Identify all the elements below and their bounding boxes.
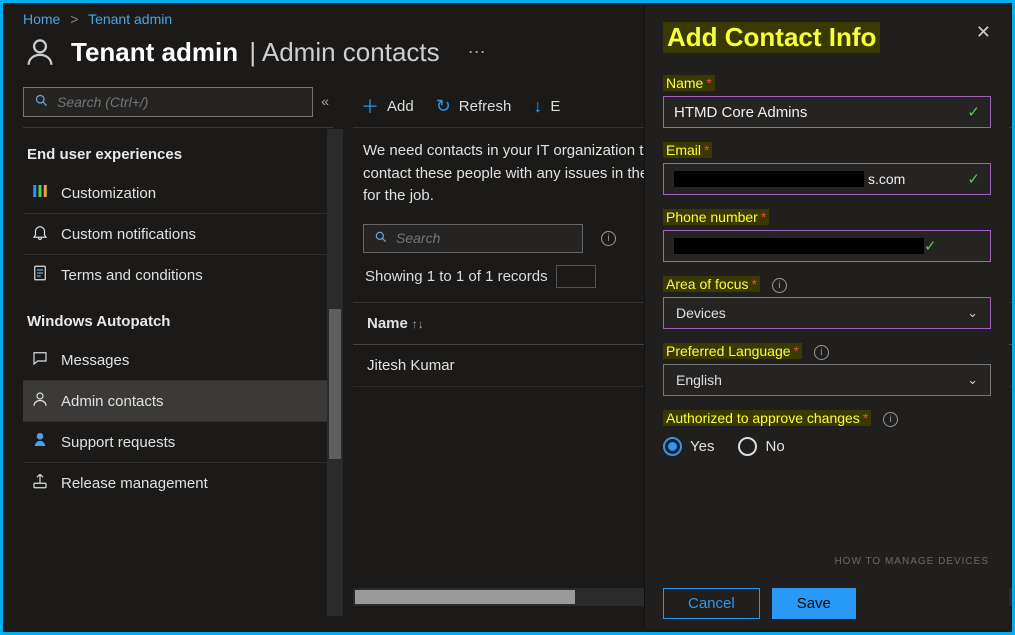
support-icon xyxy=(31,431,49,453)
radio-yes-label: Yes xyxy=(690,438,714,455)
page-title: Tenant admin | Admin contacts xyxy=(71,37,440,68)
select-lang[interactable]: English ⌄ xyxy=(663,364,991,396)
input-name[interactable] xyxy=(674,104,967,121)
sidebar-item-customization[interactable]: Customization xyxy=(23,173,333,213)
person-icon xyxy=(23,35,57,69)
breadcrumb-home[interactable]: Home xyxy=(23,11,60,27)
sidebar-section-end-user: End user experiences xyxy=(23,128,333,173)
input-email-wrap[interactable]: s.com ✓ xyxy=(663,163,991,195)
add-label: Add xyxy=(387,98,414,115)
email-redacted: s.com xyxy=(674,171,967,187)
label-area: Area of focus* xyxy=(663,276,760,292)
sidebar-search[interactable] xyxy=(23,87,313,117)
sidebar-item-label: Customization xyxy=(61,185,156,202)
refresh-label: Refresh xyxy=(459,98,512,115)
check-icon: ✓ xyxy=(924,237,937,255)
input-name-wrap[interactable]: ✓ xyxy=(663,96,991,128)
records-search-input[interactable] xyxy=(396,230,572,246)
export-button[interactable]: ↓ E xyxy=(533,96,560,117)
watermark: HOW TO MANAGE DEVICES xyxy=(834,556,989,567)
field-auth: Authorized to approve changes* i Yes No xyxy=(663,410,991,456)
label-phone: Phone number* xyxy=(663,209,769,225)
sidebar: « End user experiences Customization Cus… xyxy=(3,87,343,616)
phone-redacted xyxy=(674,238,924,254)
field-phone: Phone number* ✓ xyxy=(663,209,991,262)
label-auth: Authorized to approve changes* xyxy=(663,410,871,426)
field-lang: Preferred Language* i English ⌄ xyxy=(663,343,991,396)
sidebar-item-support[interactable]: Support requests xyxy=(23,421,333,462)
plus-icon: ＋ xyxy=(361,93,379,119)
sidebar-item-label: Support requests xyxy=(61,434,175,451)
person-icon xyxy=(31,390,49,412)
close-icon[interactable]: ✕ xyxy=(976,22,991,43)
sidebar-item-label: Custom notifications xyxy=(61,226,196,243)
select-area[interactable]: Devices ⌄ xyxy=(663,297,991,329)
sidebar-item-label: Messages xyxy=(61,352,129,369)
sidebar-search-input[interactable] xyxy=(57,94,302,110)
info-icon[interactable]: i xyxy=(883,412,898,427)
records-count-box xyxy=(556,265,596,288)
breadcrumb-current[interactable]: Tenant admin xyxy=(88,11,172,27)
sidebar-item-messages[interactable]: Messages xyxy=(23,340,333,380)
check-icon: ✓ xyxy=(967,103,980,121)
input-phone-wrap[interactable]: ✓ xyxy=(663,230,991,262)
sidebar-item-label: Admin contacts xyxy=(61,393,164,410)
chevron-down-icon: ⌄ xyxy=(967,305,978,321)
customization-icon xyxy=(31,182,49,204)
label-name: Name* xyxy=(663,75,715,91)
add-button[interactable]: ＋ Add xyxy=(361,93,414,119)
info-icon[interactable]: i xyxy=(601,231,616,246)
download-icon: ↓ xyxy=(533,96,542,117)
sidebar-item-release[interactable]: Release management xyxy=(23,462,333,503)
panel-title: Add Contact Info xyxy=(663,22,880,53)
search-icon xyxy=(34,93,49,111)
select-lang-value: English xyxy=(676,372,722,388)
records-search[interactable] xyxy=(363,224,583,253)
info-icon[interactable]: i xyxy=(772,278,787,293)
cancel-button[interactable]: Cancel xyxy=(663,588,760,619)
select-area-value: Devices xyxy=(676,305,726,321)
chevron-down-icon: ⌄ xyxy=(967,372,978,388)
sidebar-item-admin-contacts[interactable]: Admin contacts xyxy=(23,380,333,421)
radio-no-label: No xyxy=(765,438,784,455)
terms-icon xyxy=(31,264,49,286)
bell-icon xyxy=(31,223,49,245)
sidebar-item-notifications[interactable]: Custom notifications xyxy=(23,213,333,254)
label-lang: Preferred Language* xyxy=(663,343,802,359)
cell-name: Jitesh Kumar xyxy=(353,344,654,386)
add-contact-panel: Add Contact Info ✕ Name* ✓ Email* s.com … xyxy=(644,6,1009,629)
message-icon xyxy=(31,349,49,371)
export-label: E xyxy=(550,98,560,115)
release-icon xyxy=(31,472,49,494)
sidebar-item-terms[interactable]: Terms and conditions xyxy=(23,254,333,295)
refresh-icon: ↻ xyxy=(436,96,451,117)
sidebar-item-label: Release management xyxy=(61,475,208,492)
check-icon: ✓ xyxy=(967,170,980,188)
radio-dot-off xyxy=(738,437,757,456)
radio-dot-on xyxy=(663,437,682,456)
search-icon xyxy=(374,230,388,247)
radio-yes[interactable]: Yes xyxy=(663,437,714,456)
sidebar-item-label: Terms and conditions xyxy=(61,267,203,284)
sidebar-scrollbar[interactable] xyxy=(327,129,343,616)
save-button[interactable]: Save xyxy=(772,588,856,619)
refresh-button[interactable]: ↻ Refresh xyxy=(436,96,512,117)
more-actions-icon[interactable]: ⋯ xyxy=(468,42,486,63)
field-area: Area of focus* i Devices ⌄ xyxy=(663,276,991,329)
label-email: Email* xyxy=(663,142,712,158)
sidebar-section-autopatch: Windows Autopatch xyxy=(23,295,333,340)
col-name[interactable]: Name↑↓ xyxy=(353,302,654,344)
field-email: Email* s.com ✓ xyxy=(663,142,991,195)
info-icon[interactable]: i xyxy=(814,345,829,360)
field-name: Name* ✓ xyxy=(663,75,991,128)
collapse-sidebar-icon[interactable]: « xyxy=(321,93,329,109)
radio-no[interactable]: No xyxy=(738,437,784,456)
